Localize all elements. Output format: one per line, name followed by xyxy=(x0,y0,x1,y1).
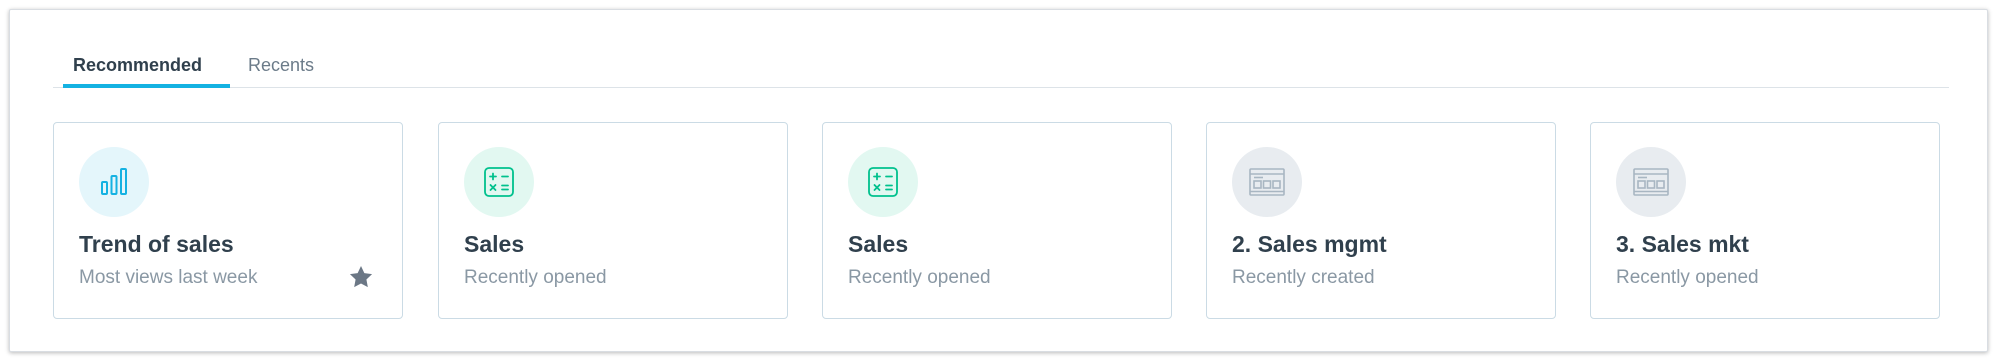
card-sales-mkt[interactable]: 3. Sales mkt Recently opened xyxy=(1590,122,1940,319)
tab-recommended[interactable]: Recommended xyxy=(73,53,202,77)
tab-recents[interactable]: Recents xyxy=(248,53,314,77)
card-subtitle: Recently created xyxy=(1232,267,1375,288)
active-tab-indicator xyxy=(63,84,230,88)
card-trend-of-sales[interactable]: Trend of sales Most views last week xyxy=(53,122,403,319)
calculator-icon xyxy=(464,147,534,217)
card-subtitle: Recently opened xyxy=(464,267,607,288)
card-title: Sales xyxy=(848,231,909,257)
card-title: Sales xyxy=(464,231,525,257)
star-icon[interactable] xyxy=(348,264,374,290)
bar-chart-icon xyxy=(79,147,149,217)
card-subtitle: Recently opened xyxy=(848,267,991,288)
card-title: Trend of sales xyxy=(79,231,234,257)
card-sales[interactable]: Sales Recently opened xyxy=(822,122,1172,319)
dashboard-icon xyxy=(1232,147,1302,217)
card-title: 3. Sales mkt xyxy=(1616,231,1749,257)
recommendations-panel: Recommended Recents Trend of sales Most … xyxy=(9,9,1988,352)
calculator-icon xyxy=(848,147,918,217)
card-sales-mgmt[interactable]: 2. Sales mgmt Recently created xyxy=(1206,122,1556,319)
tab-bar: Recommended Recents xyxy=(53,43,1949,88)
card-title: 2. Sales mgmt xyxy=(1232,231,1387,257)
dashboard-icon xyxy=(1616,147,1686,217)
card-sales[interactable]: Sales Recently opened xyxy=(438,122,788,319)
card-subtitle: Most views last week xyxy=(79,267,258,288)
card-subtitle: Recently opened xyxy=(1616,267,1759,288)
